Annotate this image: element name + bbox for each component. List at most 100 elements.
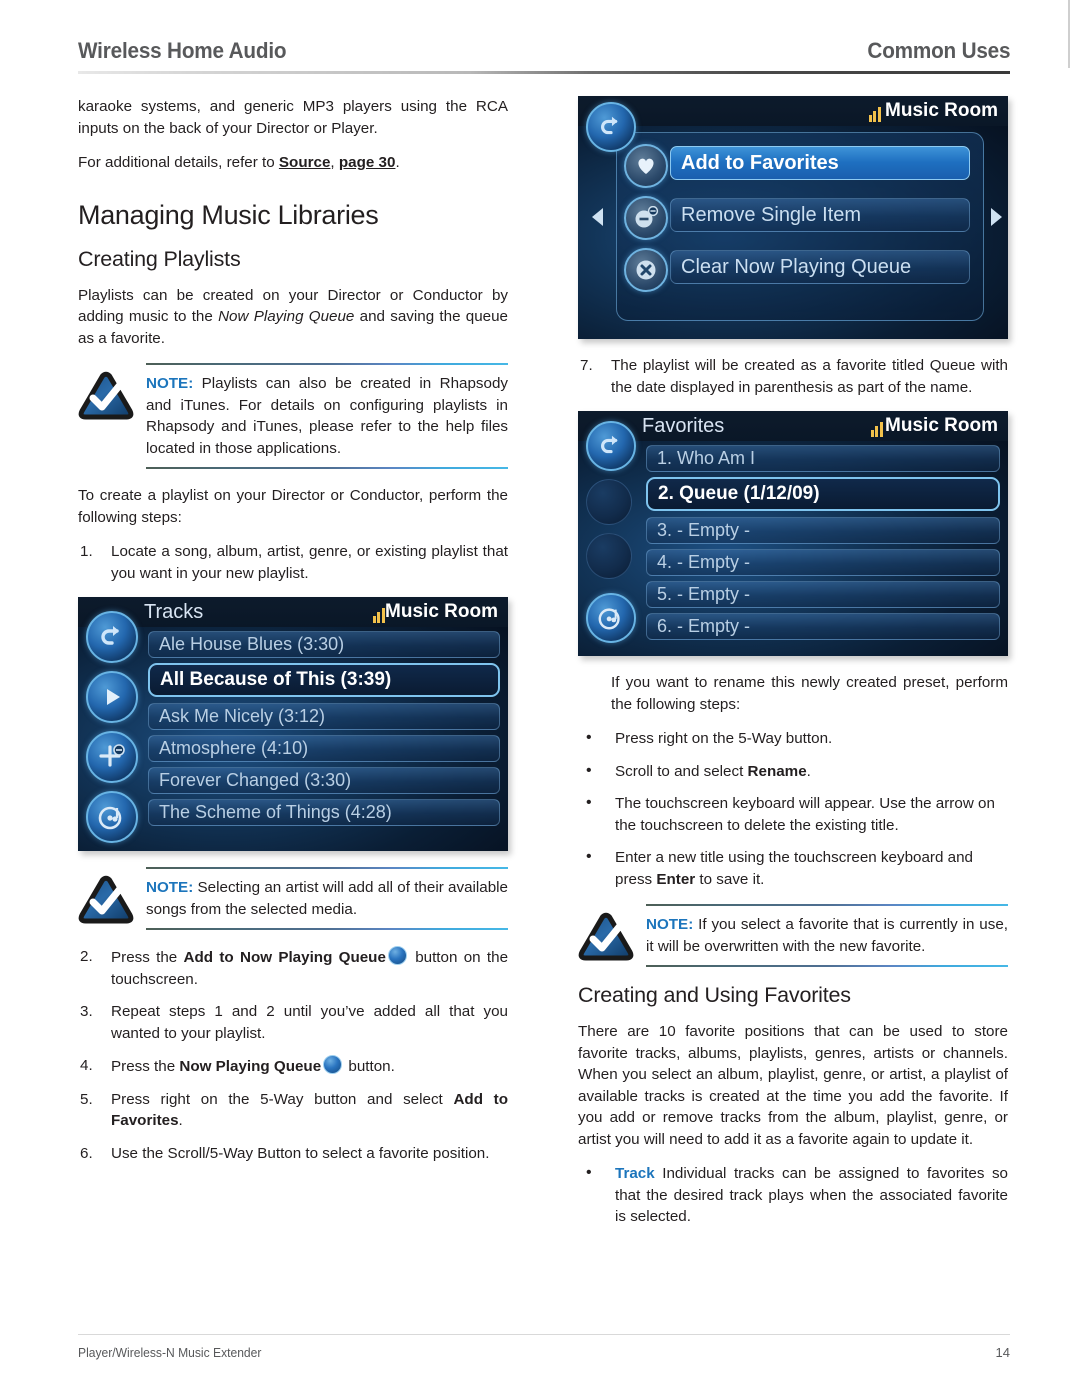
tracks-list-item[interactable]: Atmosphere (4:10) [148,735,500,762]
bullet-item-track: • Track Individual tracks can be assigned… [578,1163,1008,1228]
back-arrow-icon[interactable] [586,102,636,152]
rename-intro-paragraph: If you want to rename this newly created… [611,674,1008,713]
tracks-list-item-selected[interactable]: All Because of This (3:39) [148,663,500,697]
signal-bars-icon [868,104,883,122]
bullet-dot: • [586,761,592,779]
step-text: Repeat steps 1 and 2 until you’ve added … [111,1003,508,1042]
note-content: Selecting an artist will add all of thei… [146,879,508,918]
header-left-title: Wireless Home Audio [78,38,287,63]
tracks-list-item[interactable]: Ask Me Nicely (3:12) [148,703,500,730]
menu-item-clear-now-playing-queue[interactable]: Clear Now Playing Queue [670,250,970,284]
note-text: NOTE: If you select a favorite that is c… [646,906,1008,965]
tracks-list-item[interactable]: The Scheme of Things (4:28) [148,799,500,826]
step-item-6: 6. Use the Scroll/5-Way Button to select … [78,1143,508,1165]
bullet-dot: • [586,794,592,811]
back-arrow-icon[interactable] [86,611,138,663]
playlists-italic-term: Now Playing Queue [218,308,355,325]
reference-paragraph: For additional details, refer to Source,… [78,152,508,174]
scroll-right-arrow-icon[interactable] [991,208,1002,226]
step-number: 1. [80,543,93,560]
note-box-overwrite-favorite: NOTE: If you select a favorite that is c… [578,904,1008,967]
bullet-item-enter-new-title: • Enter a new title using the touchscreen… [578,847,1008,890]
footer-divider [78,1334,1010,1335]
signal-bars-icon [372,605,387,623]
tracks-room-label: Music Room [385,601,498,622]
play-icon[interactable] [86,671,138,723]
header-right-title: Common Uses [867,38,1010,63]
page-edge-marker [1068,0,1070,68]
note-label: NOTE: [146,879,194,896]
step-text-suffix: . [178,1112,183,1129]
rename-steps-bullets: • Press right on the 5-Way button. • Scrol… [578,728,1008,890]
intro-paragraph: karaoke systems, and generic MP3 players… [78,98,508,137]
favorites-list-item[interactable]: 5. - Empty - [646,581,1000,608]
step-item-7: 7. The playlist will be created as a favo… [578,355,1008,398]
screenshot-favorites-screen: Favorites Music Room 1. Who Am I 2. Queu… [578,411,1008,656]
favorites-list-item[interactable]: 4. - Empty - [646,549,1000,576]
footer-product-name: Player/Wireless-N Music Extender [78,1345,262,1360]
minus-circle-icon [624,196,668,240]
menu-room-label: Music Room [885,100,998,121]
step-number: 6. [80,1144,93,1162]
note-label: NOTE: [646,916,694,933]
bullet-text-prefix: Scroll to and select [615,762,748,780]
create-playlist-paragraph: To create a playlist on your Director or… [78,487,508,526]
left-column: karaoke systems, and generic MP3 players… [78,96,508,1177]
now-playing-queue-icon[interactable] [86,791,138,843]
menu-item-add-to-favorites[interactable]: Add to Favorites [670,146,970,180]
rail-placeholder-icon [586,479,632,525]
screenshot-context-menu: Music Room Add to Favorites Remove Singl… [578,96,1008,339]
header-divider [78,71,1010,74]
menu-item-remove-single-item[interactable]: Remove Single Item [670,198,970,232]
signal-bars-icon [870,419,885,437]
document-page: Wireless Home Audio Common Uses karaoke … [0,0,1080,1397]
bullet-dot: • [586,848,592,865]
bullet-text-suffix: to save it. [695,870,765,888]
note-box-selecting-artist: NOTE: Selecting an artist will add all o… [78,867,508,930]
footer-page-number: 14 [995,1345,1010,1360]
step-item-5: 5. Press right on the 5-Way button and se… [78,1089,508,1132]
favorites-list-item[interactable]: 6. - Empty - [646,613,1000,640]
back-arrow-icon[interactable] [586,421,636,471]
reference-link-source[interactable]: Source [279,154,331,171]
step-text-prefix: Press the [111,1058,180,1075]
step-number: 7. [580,357,593,374]
note-checkmark-icon [578,912,634,962]
bullet-text-bold: Rename [747,762,807,780]
note-divider-bottom [646,965,1008,967]
note-divider-bottom [146,467,508,469]
heart-icon [624,144,668,188]
step-item-1: 1. Locate a song, album, artist, genre, o… [78,541,508,584]
favorites-item-list: 1. Who Am I 2. Queue (1/12/09) 3. - Empt… [646,445,1000,640]
steps-list-part3: 7. The playlist will be created as a favo… [578,355,1008,398]
step-text-bold: Add to Now Playing Queue [183,949,386,966]
note-box-playlists: NOTE: Playlists can also be created in R… [78,363,508,469]
step-text-prefix: Press right on the 5-Way button and sele… [111,1090,454,1108]
now-playing-queue-icon[interactable] [586,593,636,643]
favorites-room-label: Music Room [885,415,998,436]
add-to-queue-inline-icon [387,946,407,965]
tracks-title: Tracks [144,601,204,623]
step-item-4: 4. Press the Now Playing Queue button. [78,1055,508,1078]
subsection-heading-creating-playlists: Creating Playlists [78,246,241,271]
right-column: Music Room Add to Favorites Remove Singl… [578,96,1008,1241]
favorites-list-item[interactable]: 1. Who Am I [646,445,1000,472]
note-divider-bottom [146,928,508,930]
note-text: NOTE: Selecting an artist will add all o… [146,869,508,928]
add-to-queue-icon[interactable] [86,731,138,783]
scroll-left-arrow-icon[interactable] [592,208,603,226]
tracks-list-item[interactable]: Forever Changed (3:30) [148,767,500,794]
step-number: 2. [80,948,93,965]
favorites-list-item[interactable]: 3. - Empty - [646,517,1000,544]
bullet-text: Press right on the 5-Way button. [615,730,833,747]
page-footer: Player/Wireless-N Music Extender 14 [78,1334,1010,1364]
bullet-text-bold: Enter [656,870,696,888]
note-text: NOTE: Playlists can also be created in R… [146,365,508,467]
reference-link-page[interactable]: page 30 [339,154,396,171]
favorites-list-item-selected[interactable]: 2. Queue (1/12/09) [646,477,1000,511]
steps-list-part2: 2. Press the Add to Now Playing Queue but… [78,946,508,1164]
favorites-type-bullets: • Track Individual tracks can be assigned… [578,1163,1008,1228]
bullet-dot: • [586,729,592,746]
reference-prefix: For additional details, refer to [78,154,279,171]
tracks-list-item[interactable]: Ale House Blues (3:30) [148,631,500,658]
